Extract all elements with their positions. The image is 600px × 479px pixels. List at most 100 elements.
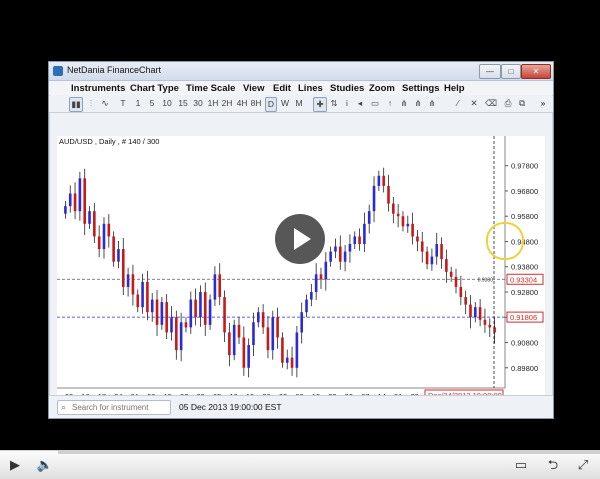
menu-studies[interactable]: Studies <box>330 83 364 94</box>
interval-30[interactable]: 30 <box>192 97 204 110</box>
candle-body <box>377 175 381 186</box>
interval-5[interactable]: 5 <box>148 97 156 110</box>
candle-body <box>88 211 91 224</box>
menu-help[interactable]: Help <box>444 83 465 94</box>
candle-body <box>396 213 400 217</box>
trendline-icon[interactable]: ⁄ <box>453 97 463 110</box>
candle-body <box>281 337 284 363</box>
progress-bar[interactable] <box>58 451 600 454</box>
candle-body <box>305 299 308 313</box>
candle-body <box>343 251 347 262</box>
expand-icon[interactable]: ⤢ <box>572 457 594 473</box>
candle-body <box>194 299 197 318</box>
candle-body <box>93 211 96 237</box>
candle-body <box>271 317 275 351</box>
maximize-button[interactable]: □ <box>501 64 521 79</box>
cursor-highlight-ring <box>486 222 524 260</box>
candle-body <box>276 317 279 338</box>
price-tick-label: 0.89800 <box>511 364 538 373</box>
candle-body <box>392 203 395 214</box>
candle-body <box>285 357 289 363</box>
interval-15[interactable]: 15 <box>177 97 189 110</box>
candle-body <box>117 249 120 262</box>
candle-body <box>73 193 77 212</box>
video-play-overlay[interactable] <box>275 214 325 264</box>
price-tick-label: 0.96800 <box>511 187 538 196</box>
video-player-bar: ▶ 🔈 ▭ ⮌ ⤢ <box>0 450 600 479</box>
fullscreen-window-icon[interactable]: ▭ <box>510 457 532 473</box>
line-chart-icon[interactable]: ∿ <box>99 97 111 110</box>
candle-body <box>252 322 255 346</box>
candle-body <box>247 345 250 368</box>
candle-body <box>401 216 405 227</box>
price-tag-icon[interactable]: ◂ <box>355 97 365 110</box>
candle-body <box>121 249 125 287</box>
interval-4h[interactable]: 4H <box>236 97 248 110</box>
interval-2h[interactable]: 2H <box>221 97 233 110</box>
adjust-icon[interactable]: ⇅ <box>329 97 339 110</box>
candle-body <box>232 324 236 356</box>
crosshair-icon[interactable]: ✚ <box>313 97 327 112</box>
interval-monthly[interactable]: M <box>294 97 304 110</box>
interval-1[interactable]: 1 <box>134 97 142 110</box>
toolbar: ▮▮ ⫶ ∿ T 1 5 10 15 30 1H 2H 4H 8H D W M … <box>49 96 553 113</box>
interval-1h[interactable]: 1H <box>207 97 219 110</box>
volume-icon[interactable]: 🔈 <box>34 457 56 473</box>
instrument-search[interactable]: ⌕ <box>57 400 171 415</box>
menu-edit[interactable]: Edit <box>273 83 291 94</box>
candle-body <box>155 299 159 325</box>
menu-time-scale[interactable]: Time Scale <box>186 83 235 94</box>
info-icon[interactable]: i <box>343 97 351 110</box>
menu-view[interactable]: View <box>243 83 264 94</box>
menu-chart-type[interactable]: Chart Type <box>130 83 179 94</box>
candle-body <box>300 312 303 333</box>
candle-body <box>454 276 458 287</box>
fork3-icon[interactable]: ⋔ <box>427 97 437 110</box>
print-icon[interactable]: ⎙ <box>503 97 513 110</box>
candle-body <box>382 175 385 186</box>
bracket-icon[interactable]: ▭ <box>369 97 381 110</box>
interval-8h[interactable]: 8H <box>250 97 262 110</box>
bar-chart-icon[interactable]: ⫶ <box>85 97 97 110</box>
price-tick-label: 0.95800 <box>511 212 538 221</box>
candle-body <box>353 236 357 244</box>
candle-body <box>358 236 361 244</box>
search-icon: ⌕ <box>61 402 67 412</box>
menu-settings[interactable]: Settings <box>402 83 439 94</box>
instrument-label: AUD/USD , Daily , # 140 / 300 <box>59 137 159 146</box>
copy-icon[interactable]: ⧉ <box>517 97 527 110</box>
close-button[interactable]: ✕ <box>521 64 551 79</box>
candle-body <box>266 327 270 351</box>
delete-icon[interactable]: ✕ <box>469 97 479 110</box>
eraser-icon[interactable]: ⌫ <box>485 97 497 110</box>
menu-instruments[interactable]: Instruments <box>71 83 125 94</box>
candle-body <box>435 244 439 257</box>
interval-daily[interactable]: D <box>265 97 277 112</box>
candle-body <box>242 337 246 368</box>
arrow-up-icon[interactable]: ↑ <box>385 97 395 110</box>
price-chart[interactable]: AUD/USD , Daily , # 140 / 300 0.97800 0.9… <box>57 112 545 442</box>
search-input[interactable] <box>72 401 168 413</box>
candle-body <box>141 281 144 308</box>
share-icon[interactable]: ⮌ <box>542 457 564 473</box>
play-button-icon[interactable]: ▶ <box>6 457 24 473</box>
candle-body <box>107 223 111 237</box>
candle-body <box>64 206 67 214</box>
candle-body <box>83 178 86 224</box>
fork-icon[interactable]: ⋔ <box>399 97 409 110</box>
play-icon <box>294 228 311 250</box>
interval-tick[interactable]: T <box>119 97 127 110</box>
candle-body <box>203 292 207 325</box>
more-chevron-icon[interactable]: » <box>538 97 548 110</box>
minimize-button[interactable]: — <box>479 64 501 79</box>
candle-chart-icon[interactable]: ▮▮ <box>69 97 83 112</box>
menu-zoom[interactable]: Zoom <box>369 83 395 94</box>
candle-body <box>314 274 318 292</box>
interval-10[interactable]: 10 <box>161 97 173 110</box>
menu-lines[interactable]: Lines <box>298 83 323 94</box>
candle-body <box>131 274 135 295</box>
fork2-icon[interactable]: ⋔ <box>413 97 423 110</box>
interval-weekly[interactable]: W <box>280 97 290 110</box>
candle-body <box>170 317 173 333</box>
candle-body <box>78 178 82 212</box>
